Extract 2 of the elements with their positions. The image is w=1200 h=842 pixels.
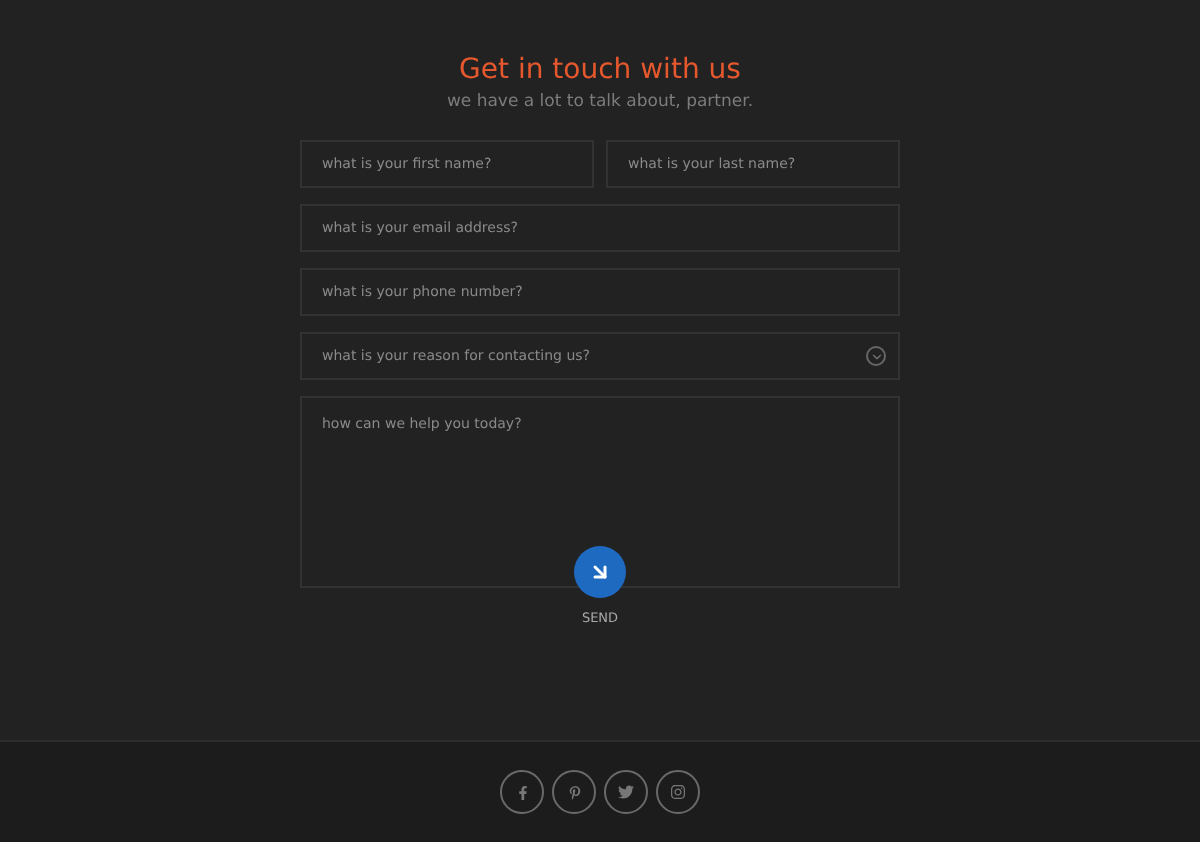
page-title: Get in touch with us bbox=[459, 52, 741, 90]
page-subtitle: we have a lot to talk about, partner. bbox=[446, 90, 754, 114]
